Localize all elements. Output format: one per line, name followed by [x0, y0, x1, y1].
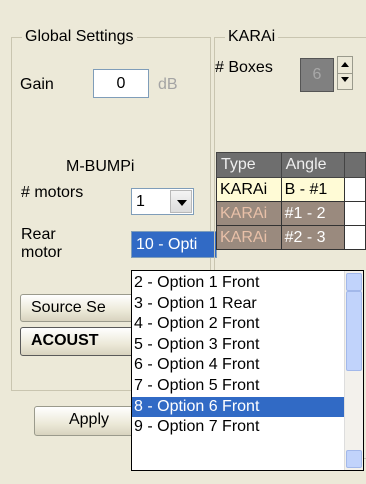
table-row[interactable]: KARAi #1 - 2 — [216, 201, 366, 226]
rear-motor-value: 10 - Opti — [136, 236, 198, 253]
dropdown-option[interactable]: 7 - Option 5 Front — [132, 376, 345, 397]
table-cell-type[interactable]: KARAi — [216, 225, 282, 250]
scroll-down-icon[interactable] — [346, 450, 362, 468]
table-cell-angle[interactable]: B - #1 — [280, 177, 345, 202]
table-cell-type[interactable]: KARAi — [216, 177, 282, 202]
scroll-up-icon[interactable] — [346, 273, 362, 291]
source-settings-button[interactable]: Source Se — [20, 294, 136, 322]
column-header-angle[interactable]: Angle — [280, 152, 345, 178]
apply-button[interactable]: Apply — [34, 406, 144, 436]
rear-motor-select[interactable]: 10 - Opti — [131, 231, 217, 258]
scrollbar-thumb[interactable] — [346, 291, 362, 371]
rear-motor-dropdown-list[interactable]: 2 - Option 1 Front 3 - Option 1 Rear 4 - O… — [131, 270, 364, 471]
dropdown-option[interactable]: 4 - Option 2 Front — [132, 314, 345, 335]
spin-up-icon[interactable] — [338, 57, 352, 74]
dropdown-option[interactable]: 8 - Option 6 Front — [132, 396, 345, 418]
table-header-row: Type Angle — [216, 152, 366, 178]
boxes-table: Type Angle KARAi B - #1 KARAi #1 - 2 KAR… — [216, 152, 366, 250]
acoustic-button[interactable]: ACOUST — [20, 327, 136, 356]
gain-unit: dB — [158, 76, 178, 93]
table-row[interactable]: KARAi B - #1 — [216, 177, 366, 202]
motors-value: 1 — [136, 193, 145, 210]
boxes-label: # Boxes — [215, 59, 273, 76]
column-header-type[interactable]: Type — [216, 152, 282, 178]
table-cell-extra — [343, 225, 366, 250]
global-settings-title: Global Settings — [22, 27, 137, 47]
chevron-down-icon[interactable] — [170, 190, 192, 213]
dropdown-option[interactable]: 3 - Option 1 Rear — [132, 294, 345, 315]
mbumpi-title: M-BUMPi — [66, 158, 135, 175]
dropdown-option[interactable]: 6 - Option 4 Front — [132, 355, 345, 376]
boxes-input[interactable]: 6 — [300, 58, 334, 92]
table-cell-type[interactable]: KARAi — [216, 201, 282, 226]
dropdown-option[interactable]: 2 - Option 1 Front — [132, 273, 345, 294]
table-cell-angle[interactable]: #2 - 3 — [280, 225, 345, 250]
table-cell-extra — [343, 177, 366, 202]
column-header-extra — [343, 152, 366, 178]
dropdown-option[interactable]: 9 - Option 7 Front — [132, 417, 345, 438]
table-cell-extra — [343, 201, 366, 226]
gain-input[interactable]: 0 — [93, 69, 149, 98]
table-cell-angle[interactable]: #1 - 2 — [280, 201, 345, 226]
dropdown-scrollbar[interactable] — [344, 271, 363, 470]
table-row[interactable]: KARAi #2 - 3 — [216, 225, 366, 250]
spin-down-icon[interactable] — [338, 73, 352, 89]
dropdown-option[interactable]: 5 - Option 3 Front — [132, 335, 345, 356]
motors-label: # motors — [21, 184, 84, 201]
rear-motor-label-line1: Rear — [21, 226, 56, 243]
rear-motor-label-line2: motor — [21, 244, 62, 261]
karai-title: KARAi — [225, 27, 279, 47]
motors-select[interactable]: 1 — [131, 188, 194, 215]
boxes-spinner[interactable] — [337, 56, 353, 90]
gain-label: Gain — [20, 76, 54, 93]
